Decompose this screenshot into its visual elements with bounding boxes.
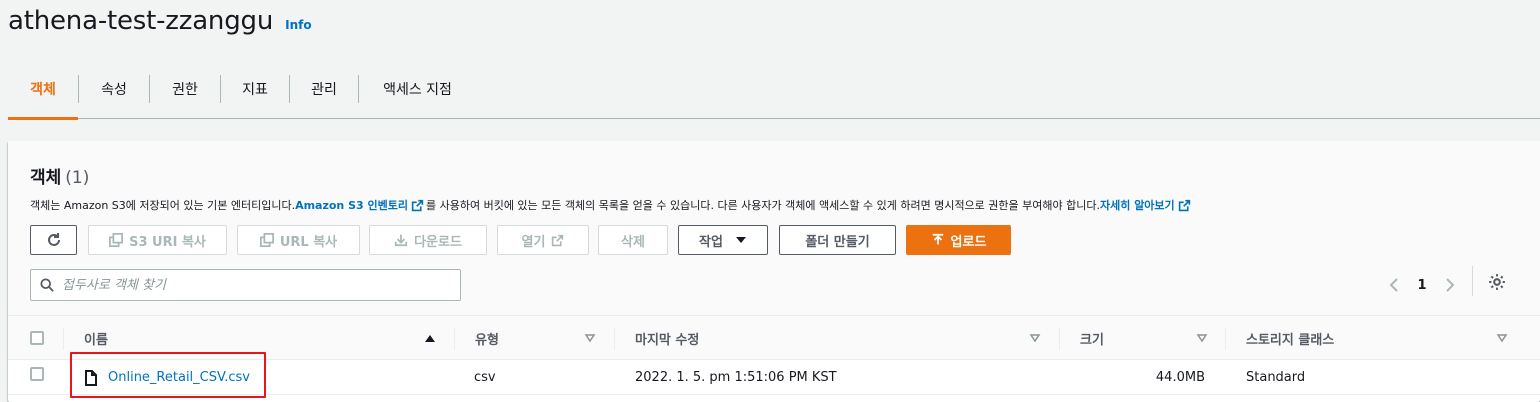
page-number[interactable]: 1 [1406, 278, 1438, 293]
column-type[interactable]: 유형 [475, 316, 499, 360]
tab-properties[interactable]: 속성 [79, 58, 149, 119]
tab-objects[interactable]: 객체 [8, 58, 78, 120]
last-modified-cell: 2022. 1. 5. pm 1:51:06 PM KST [635, 370, 837, 385]
upload-label: 업로드 [950, 234, 987, 250]
inventory-link[interactable]: Amazon S3 인벤토리 [295, 197, 426, 213]
column-divider [614, 328, 615, 350]
file-icon [85, 369, 97, 386]
delete-label: 삭제 [621, 234, 645, 250]
copy-s3-uri-button[interactable]: S3 URI 복사 [88, 225, 227, 255]
pagination-divider [1472, 266, 1473, 296]
pagination: 1 [1382, 273, 1462, 297]
objects-description: 객체는 Amazon S3에 저장되어 있는 기본 엔터티입니다. Amazon… [30, 197, 1193, 213]
sort-icon[interactable] [1496, 332, 1508, 344]
external-link-icon [1178, 199, 1190, 211]
copy-icon [109, 233, 124, 247]
storage-class-cell: Standard [1246, 370, 1306, 385]
sort-icon[interactable] [584, 332, 596, 344]
gear-icon [1489, 274, 1505, 290]
search-icon [40, 278, 54, 292]
copy-url-label: URL 복사 [279, 234, 338, 250]
refresh-button[interactable] [30, 225, 77, 255]
learn-more-link[interactable]: 자세히 알아보기 [1100, 197, 1193, 213]
actions-dropdown[interactable]: 작업 [678, 225, 768, 255]
chevron-right-icon [1446, 278, 1455, 292]
column-name[interactable]: 이름 [84, 316, 108, 360]
tab-permissions[interactable]: 권한 [150, 58, 220, 119]
copy-icon [259, 233, 274, 247]
row-checkbox[interactable] [30, 367, 44, 381]
download-label: 다운로드 [414, 234, 462, 250]
tab-access-points[interactable]: 액세스 지점 [359, 58, 476, 119]
objects-heading-label: 객체 [30, 168, 62, 188]
object-name-link[interactable]: Online_Retail_CSV.csv [108, 370, 250, 385]
objects-heading: 객체 (1) [30, 163, 89, 188]
column-divider [1225, 328, 1226, 350]
external-link-icon [552, 234, 564, 246]
create-folder-button[interactable]: 폴더 만들기 [779, 225, 896, 255]
search-box [30, 269, 461, 301]
download-button[interactable]: 다운로드 [369, 225, 487, 255]
upload-icon [932, 233, 943, 245]
column-size[interactable]: 크기 [1080, 316, 1104, 360]
external-link-icon [411, 199, 424, 211]
name-cell: Online_Retail_CSV.csv [84, 360, 250, 395]
column-last-modified[interactable]: 마지막 수정 [635, 316, 699, 360]
inventory-link-label: Amazon S3 인벤토리 [295, 199, 408, 212]
table-row: Online_Retail_CSV.csv csv 2022. 1. 5. pm… [8, 360, 1540, 395]
type-cell: csv [474, 370, 496, 385]
create-folder-label: 폴더 만들기 [805, 234, 870, 250]
chevron-left-icon [1389, 278, 1398, 292]
tab-metrics[interactable]: 지표 [221, 58, 289, 119]
column-divider [63, 328, 64, 350]
objects-count: (1) [65, 168, 90, 188]
sort-icon[interactable] [1196, 332, 1208, 344]
download-icon [394, 234, 408, 247]
copy-url-button[interactable]: URL 복사 [237, 225, 360, 255]
refresh-icon [47, 233, 60, 246]
info-link[interactable]: Info [285, 18, 311, 32]
upload-button[interactable]: 업로드 [906, 225, 1011, 255]
description-text-2: 를 사용하여 버킷에 있는 모든 객체의 목록을 얻을 수 있습니다. 다른 사… [425, 199, 1100, 212]
table-header: 이름 유형 마지막 수정 크기 스토리지 클래스 [8, 316, 1540, 360]
open-button[interactable]: 열기 [497, 225, 589, 255]
column-divider [454, 328, 455, 350]
size-cell: 44.0MB [1155, 370, 1205, 385]
preferences-button[interactable] [1486, 271, 1508, 293]
bucket-title: athena-test-zzanggu [8, 6, 274, 36]
column-storage-class[interactable]: 스토리지 클래스 [1246, 316, 1334, 360]
next-page-button[interactable] [1438, 273, 1462, 297]
select-all-checkbox[interactable] [30, 331, 44, 345]
objects-panel: 객체 (1) 객체는 Amazon S3에 저장되어 있는 기본 엔터티입니다. … [8, 141, 1540, 402]
copy-s3-uri-label: S3 URI 복사 [129, 234, 206, 250]
description-text-1: 객체는 Amazon S3에 저장되어 있는 기본 엔터티입니다. [30, 199, 296, 212]
search-input[interactable] [62, 277, 442, 293]
actions-label: 작업 [699, 234, 723, 250]
sort-ascending-icon[interactable] [424, 332, 436, 344]
column-divider [1059, 328, 1060, 350]
bucket-header: athena-test-zzanggu Info [8, 6, 312, 36]
sort-icon[interactable] [1029, 332, 1041, 344]
tab-management[interactable]: 관리 [290, 58, 358, 119]
learn-more-label: 자세히 알아보기 [1100, 199, 1175, 212]
tab-bar: 객체 속성 권한 지표 관리 액세스 지점 [8, 58, 1540, 120]
open-label: 열기 [521, 234, 546, 250]
caret-down-icon [735, 237, 746, 243]
delete-button[interactable]: 삭제 [598, 225, 668, 255]
previous-page-button[interactable] [1382, 273, 1406, 297]
